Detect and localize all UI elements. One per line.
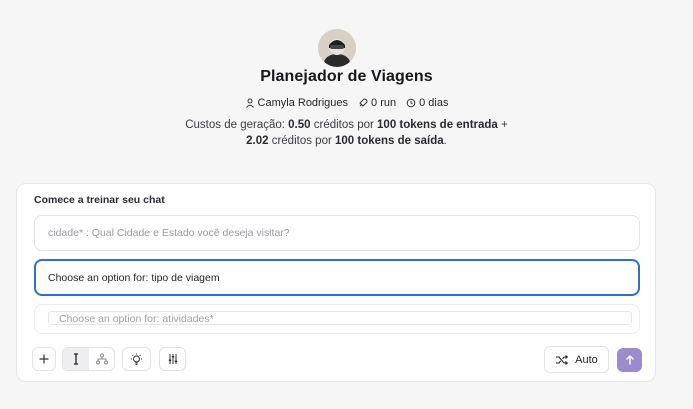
tipo-viagem-label: Choose an option for: tipo de viagem (48, 271, 220, 284)
meta-row: Camyla Rodrigues 0 run 0 dias (0, 97, 693, 109)
cost-prefix: Custos de geração: (185, 119, 289, 131)
shuffle-icon (556, 354, 569, 365)
arrow-up-icon (625, 355, 634, 365)
atividades-select[interactable]: Choose an option for: atividades* (48, 311, 632, 325)
chat-card: Comece a treinar seu chat cidade* : Qual… (16, 183, 656, 382)
cost-suffix: . (443, 135, 447, 147)
text-cursor-icon (74, 353, 78, 365)
hierarchy-icon (96, 353, 108, 365)
cost-mid-1: créditos por (310, 119, 378, 131)
avatar (318, 29, 356, 67)
output-cost: 2.02 (246, 135, 269, 147)
clock-icon (406, 98, 416, 108)
days-count: 0 dias (406, 97, 448, 109)
user-icon (245, 98, 254, 108)
flow-mode-button[interactable] (89, 348, 115, 370)
cidade-input[interactable]: cidade* : Qual Cidade e Estado você dese… (34, 215, 640, 251)
author: Camyla Rodrigues (245, 97, 348, 109)
atividades-field: Choose an option for: atividades* (34, 304, 640, 334)
auto-mode-button[interactable]: Auto (544, 346, 609, 373)
input-cost: 0.50 (288, 119, 311, 131)
page-title: Planejador de Viagens (260, 68, 433, 85)
chat-heading: Comece a treinar seu chat (34, 194, 165, 206)
tipo-viagem-select[interactable]: Choose an option for: tipo de viagem (34, 259, 640, 296)
lightbulb-icon (131, 353, 142, 365)
generation-cost: Custos de geração: 0.50 créditos por 100… (0, 117, 693, 149)
ideas-button[interactable] (122, 347, 151, 371)
runs-count: 0 run (358, 97, 396, 109)
author-name: Camyla Rodrigues (257, 97, 349, 109)
plus-icon (39, 354, 49, 364)
days-label: 0 dias (419, 97, 449, 109)
add-button[interactable] (32, 347, 56, 371)
settings-button[interactable] (159, 347, 186, 371)
cidade-placeholder: cidade* : Qual Cidade e Estado você dese… (48, 227, 290, 239)
auto-mode-label: Auto (575, 353, 598, 366)
send-button[interactable] (617, 348, 642, 372)
text-cursor-mode-button[interactable] (63, 348, 89, 370)
output-tokens: 100 tokens de saída (335, 135, 444, 147)
sliders-icon (168, 354, 177, 364)
input-tokens: 100 tokens de entrada (377, 119, 498, 131)
rocket-icon (359, 98, 368, 107)
cost-mid-2: créditos por (268, 135, 335, 147)
cost-plus: + (497, 119, 508, 131)
runs-label: 0 run (371, 97, 397, 109)
mode-toggle-group (62, 347, 115, 371)
